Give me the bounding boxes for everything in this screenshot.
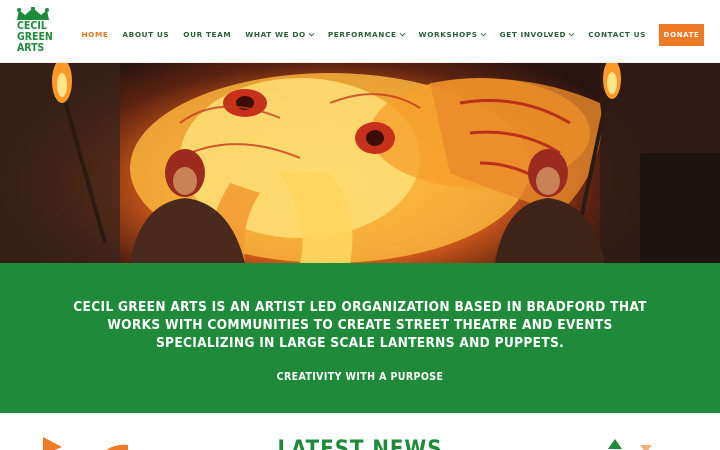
logo-wordmark: CECIL GREEN ARTS xyxy=(17,21,53,54)
main-nav: HOME ABOUT US OUR TEAM WHAT WE DO PERFOR… xyxy=(67,30,646,39)
nav-label: GET INVOLVED xyxy=(499,30,567,39)
tagline: CREATIVITY WITH A PURPOSE xyxy=(276,371,444,383)
chevron-down-icon xyxy=(480,30,486,37)
news-section: LATEST NEWS xyxy=(0,413,720,450)
site-logo[interactable]: CECIL GREEN ARTS xyxy=(14,7,53,59)
nav-item-get-involved[interactable]: GET INVOLVED xyxy=(500,30,575,39)
nav-item-workshops[interactable]: WORKSHOPS xyxy=(419,30,486,39)
nav-item-contact-us[interactable]: CONTACT US xyxy=(588,30,646,39)
nav-item-performance[interactable]: PERFORMANCE xyxy=(328,30,405,39)
nav-label: WORKSHOPS xyxy=(418,30,478,39)
hero-slider[interactable] xyxy=(0,63,720,263)
nav-item-what-we-do[interactable]: WHAT WE DO xyxy=(245,30,315,39)
nav-label: ABOUT US xyxy=(122,30,170,39)
nav-item-home[interactable]: HOME xyxy=(81,30,108,39)
logo-line: ARTS xyxy=(17,42,45,54)
site-header: CECIL GREEN ARTS HOME ABOUT US OUR TEAM … xyxy=(0,0,720,63)
nav-label: HOME xyxy=(81,30,109,39)
chevron-down-icon xyxy=(568,30,575,37)
nav-label: PERFORMANCE xyxy=(327,30,397,39)
nav-item-our-team[interactable]: OUR TEAM xyxy=(183,30,231,39)
nav-label: WHAT WE DO xyxy=(245,30,306,39)
chevron-down-icon xyxy=(308,30,315,37)
hero-image-lantern-elephant xyxy=(0,63,720,263)
nav-label: OUR TEAM xyxy=(183,30,232,39)
donate-button[interactable]: DONATE xyxy=(659,24,704,46)
chevron-down-icon xyxy=(399,30,405,37)
mission-statement: CECIL GREEN ARTS IS AN ARTIST LED ORGANI… xyxy=(73,299,647,351)
mission-section: CECIL GREEN ARTS IS AN ARTIST LED ORGANI… xyxy=(0,263,720,413)
crown-icon xyxy=(17,7,49,20)
tree-decoration-icon xyxy=(608,439,652,450)
nav-item-about-us[interactable]: ABOUT US xyxy=(122,30,169,39)
nav-label: CONTACT US xyxy=(588,30,646,39)
